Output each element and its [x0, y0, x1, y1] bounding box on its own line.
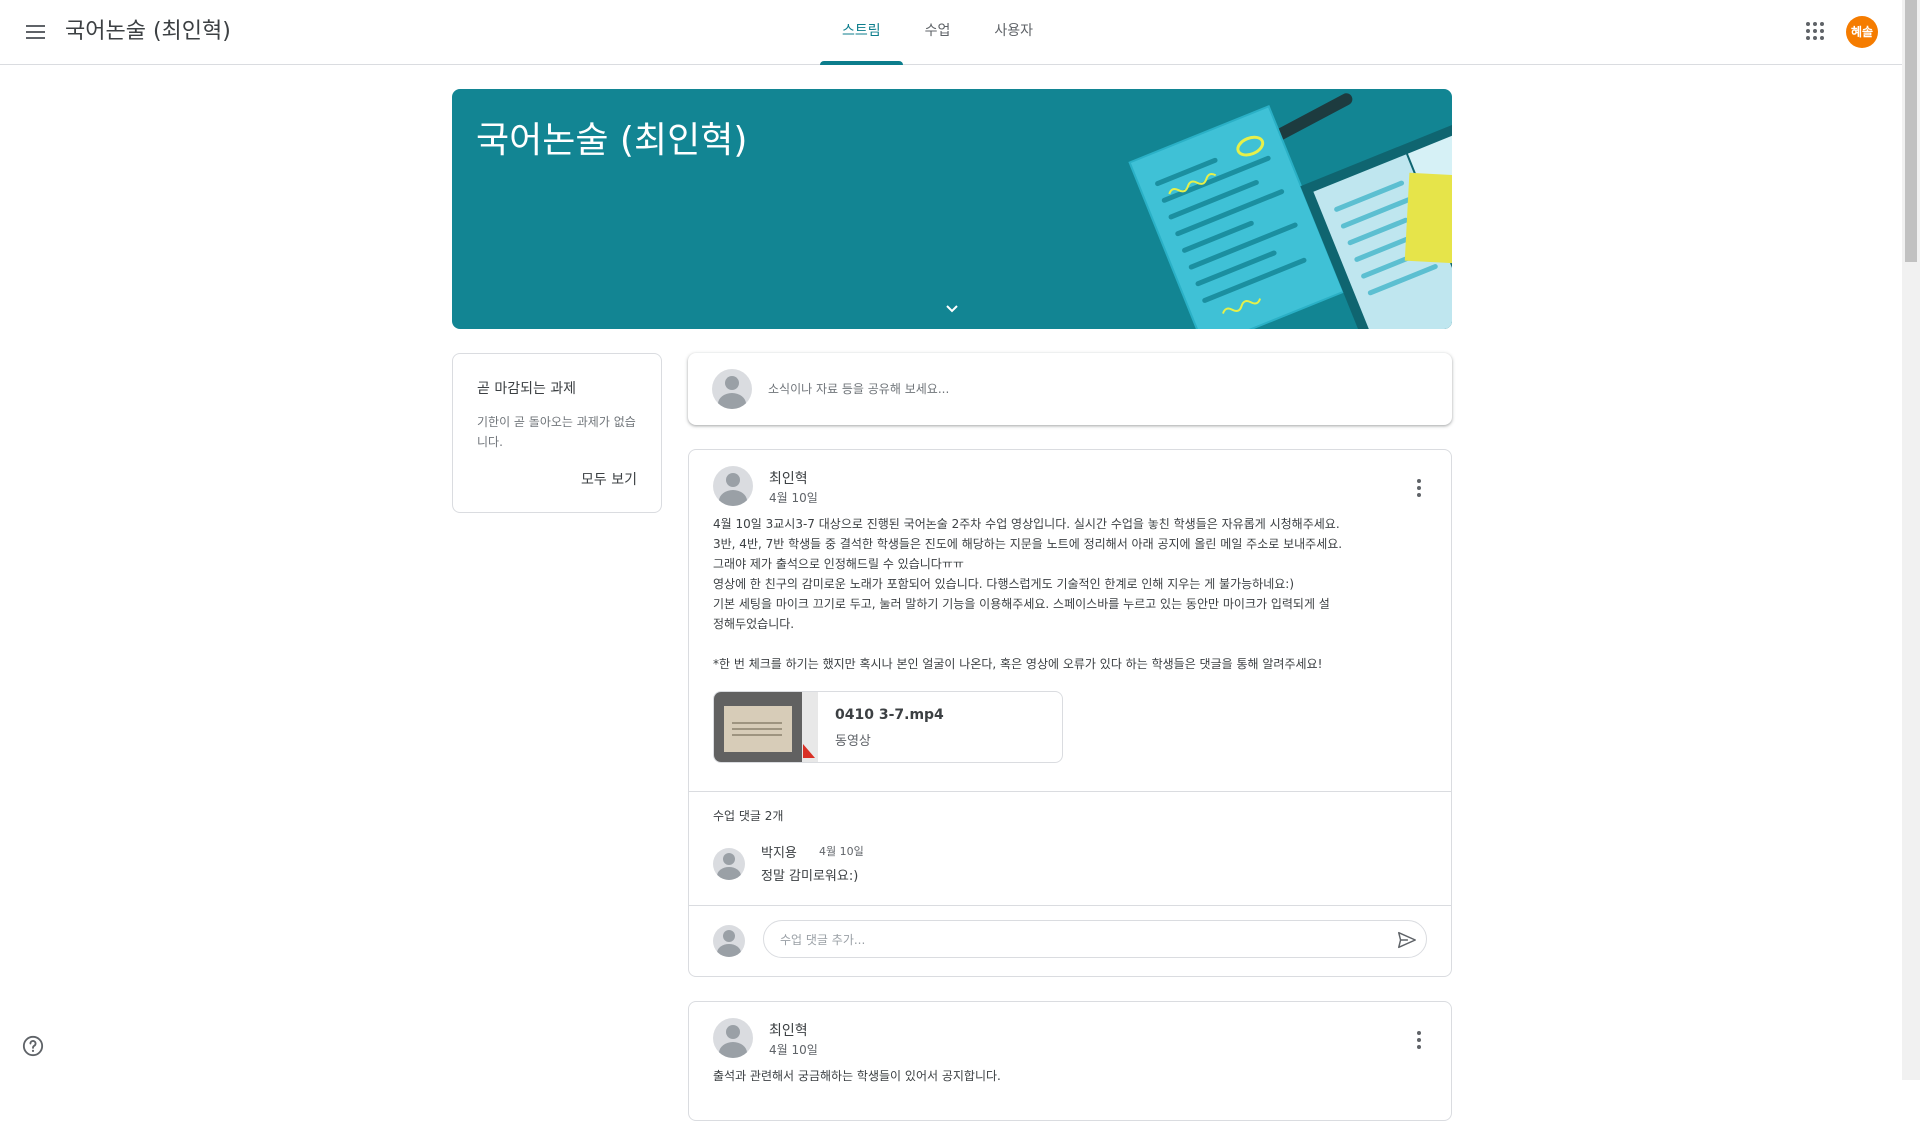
banner-title: 국어논술 (최인혁) [476, 120, 748, 161]
class-banner: 국어논술 (최인혁) [452, 89, 1452, 329]
post-date: 4월 10일 [769, 1043, 818, 1057]
tab-classwork[interactable]: 수업 [903, 0, 973, 64]
divider [689, 905, 1451, 906]
class-comment-input[interactable] [778, 929, 1362, 951]
attachment-name: 0410 3-7.mp4 [835, 707, 944, 723]
stream-post: 최인혁 4월 10일 출석과 관련해서 궁금해하는 학생들이 있어서 공지합니다… [688, 1001, 1452, 1121]
view-all-link[interactable]: 모두 보기 [581, 469, 637, 489]
post-author: 최인혁 [769, 1023, 808, 1039]
class-comments-count[interactable]: 수업 댓글 2개 [713, 807, 783, 824]
apps-grid-icon[interactable] [1806, 22, 1824, 40]
scrollbar-thumb[interactable] [1905, 0, 1917, 262]
post-author: 최인혁 [769, 471, 808, 487]
tab-stream[interactable]: 스트림 [820, 0, 903, 65]
avatar [713, 466, 753, 506]
class-comment-field[interactable] [763, 920, 1427, 958]
video-attachment[interactable]: 0410 3-7.mp4 동영상 [713, 691, 1063, 763]
more-options-icon[interactable] [1417, 1031, 1421, 1049]
share-placeholder: 소식이나 자료 등을 공유해 보세요... [768, 382, 950, 396]
stream-post: 최인혁 4월 10일 4월 10일 3교시3-7 대상으로 진행된 국어논술 2… [688, 449, 1452, 977]
banner-illustration [1128, 93, 1452, 329]
avatar [712, 369, 752, 409]
send-icon[interactable] [1396, 929, 1418, 951]
comment-author: 박지용 [761, 846, 797, 861]
menu-icon[interactable] [20, 18, 48, 46]
class-title[interactable]: 국어논술 (최인혁) [65, 13, 231, 45]
post-date: 4월 10일 [769, 491, 818, 505]
post-body: 4월 10일 3교시3-7 대상으로 진행된 국어논술 2주차 수업 영상입니다… [713, 517, 1343, 671]
tab-people[interactable]: 사용자 [972, 0, 1055, 64]
help-icon[interactable] [22, 1035, 44, 1057]
chevron-down-icon[interactable] [940, 297, 964, 321]
top-app-bar: 국어논술 (최인혁) 스트림 수업 사용자 혜솔 [0, 0, 1902, 65]
page-scrollbar[interactable] [1902, 0, 1920, 1080]
avatar [713, 925, 745, 957]
class-tabs: 스트림 수업 사용자 [820, 0, 1055, 65]
more-options-icon[interactable] [1417, 479, 1421, 497]
upcoming-title: 곧 마감되는 과제 [477, 381, 577, 397]
avatar [713, 1018, 753, 1058]
account-avatar[interactable]: 혜솔 [1846, 16, 1878, 48]
attachment-type: 동영상 [835, 734, 871, 749]
comment-date: 4월 10일 [819, 845, 864, 858]
divider [689, 791, 1451, 792]
post-body: 출석과 관련해서 궁금해하는 학생들이 있어서 공지합니다. [713, 1069, 1001, 1083]
upcoming-empty-text: 기한이 곧 돌아오는 과제가 없습니다. [477, 415, 636, 449]
share-announcement-box[interactable]: 소식이나 자료 등을 공유해 보세요... [688, 353, 1452, 425]
comment-text: 정말 감미로워요:) [761, 869, 859, 884]
avatar [713, 848, 745, 880]
video-thumbnail [714, 692, 818, 762]
upcoming-card: 곧 마감되는 과제 기한이 곧 돌아오는 과제가 없습니다. 모두 보기 [452, 353, 662, 513]
